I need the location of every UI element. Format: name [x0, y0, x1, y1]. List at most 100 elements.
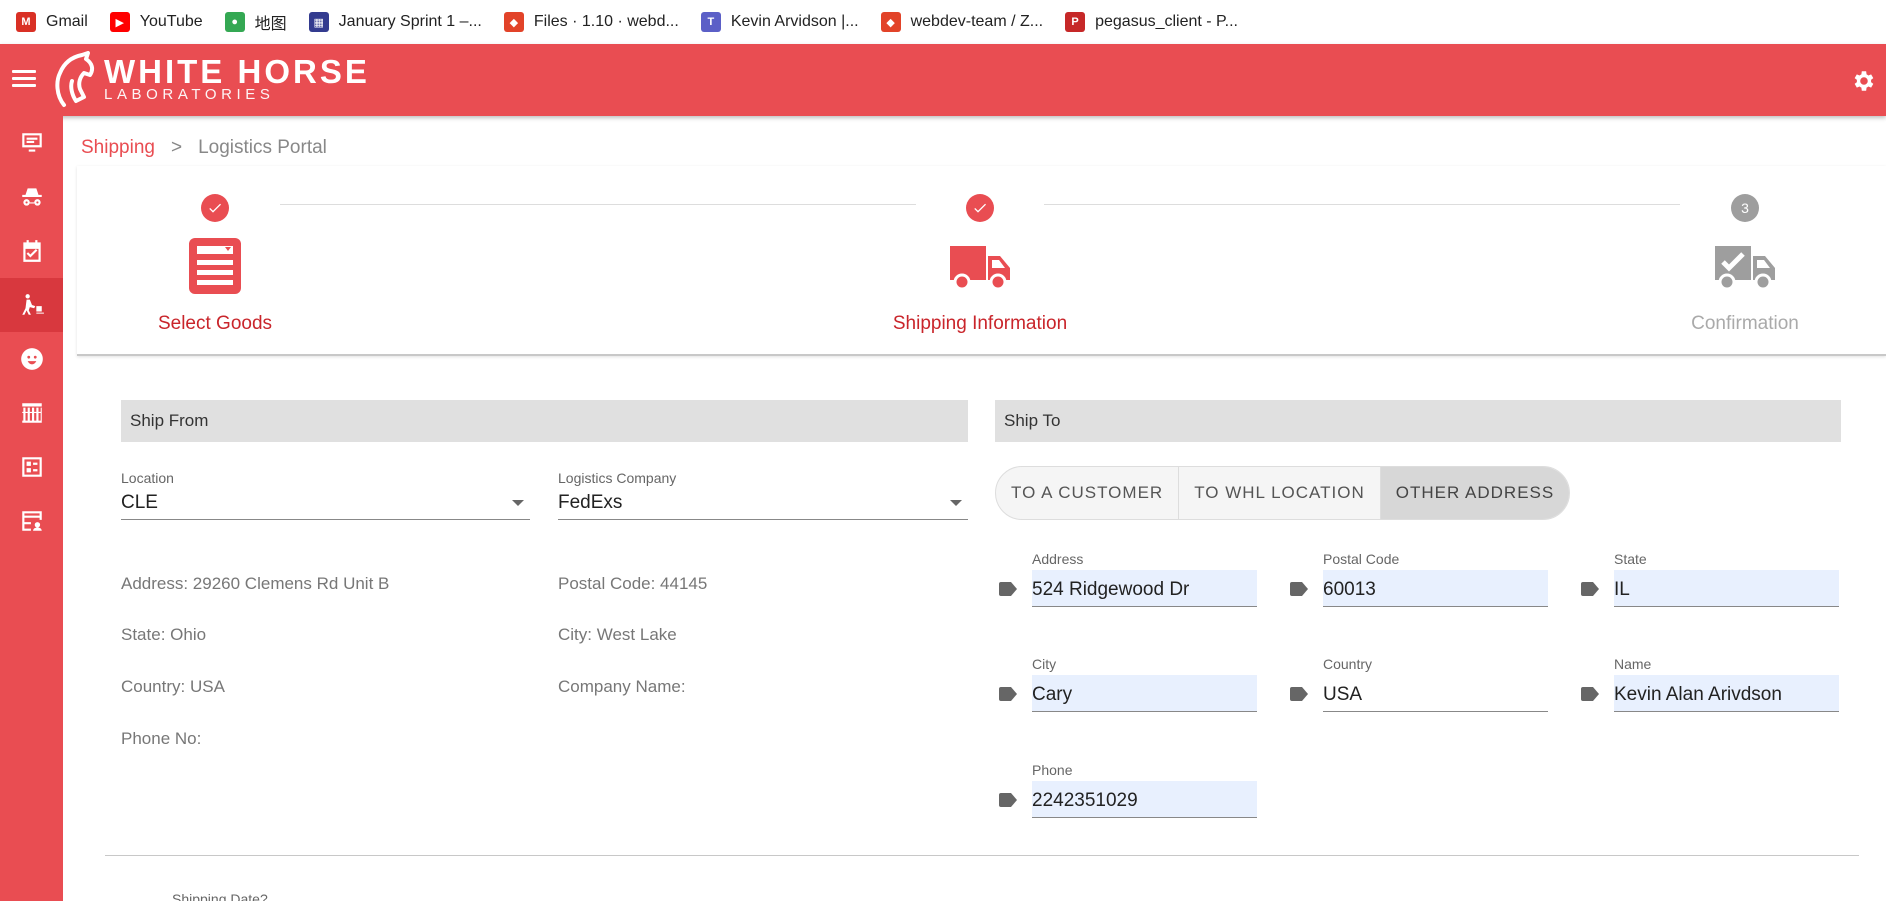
step-label: Shipping Information [892, 313, 1068, 334]
step-shipping-information[interactable]: Shipping Information [880, 166, 1080, 335]
bookmark-item[interactable]: T Kevin Arvidson |... [700, 12, 859, 32]
city-input[interactable] [1032, 675, 1257, 712]
label-tag-icon [999, 687, 1017, 701]
ship-from-address: Address: 29260 Clemens Rd Unit B [121, 574, 390, 593]
sidebar-item-incognito[interactable] [0, 170, 63, 224]
bookmarks-bar: M Gmail ▶ YouTube ● 地图 ▦ January Sprint 1 –... ◆… [0, 0, 1886, 44]
sidebar-item-shipping[interactable] [0, 278, 63, 332]
tab-to-a-customer[interactable]: TO A CUSTOMER [996, 467, 1180, 519]
phone-field: Phone [995, 762, 1257, 822]
bookmark-item[interactable]: ◆ webdev-team / Z... [880, 12, 1044, 32]
location-label: Location [121, 470, 174, 486]
sidebar-item-calendar[interactable] [0, 224, 63, 278]
bookmark-label: webdev-team / Z... [910, 13, 1044, 30]
bookmark-label: Files · 1.10 · webd... [533, 13, 679, 30]
step-label: Select Goods [157, 313, 273, 334]
country-label: Country [1323, 656, 1373, 672]
youtube-icon: ▶ [109, 12, 130, 32]
shipping-dolly-icon [21, 294, 44, 315]
postal-code-field: Postal Code [1286, 551, 1548, 611]
bookmark-item[interactable]: M Gmail [16, 12, 88, 32]
country-field: Country [1286, 656, 1548, 716]
breadcrumb: Shipping > Logistics Portal [81, 137, 327, 159]
state-label: State [1614, 551, 1647, 567]
gitlab-icon: ◆ [503, 12, 524, 32]
bookmark-item[interactable]: ▦ January Sprint 1 –... [308, 12, 482, 32]
truck-check-icon [1715, 246, 1775, 291]
bookmark-label: 地图 [254, 16, 287, 33]
brand-title: WHITE HORSE [104, 53, 370, 90]
calendar-check-icon [22, 240, 41, 262]
gitlab-icon: ◆ [880, 12, 901, 32]
breadcrumb-current: Logistics Portal [198, 137, 327, 158]
ship-from-postal-code: Postal Code: 44145 [558, 574, 708, 593]
address-label: Address [1032, 551, 1084, 567]
postal-code-label: Postal Code [1323, 551, 1400, 567]
chevron-down-icon [512, 500, 524, 506]
monitor-icon [21, 133, 42, 152]
bookmark-label: January Sprint 1 –... [338, 13, 482, 30]
tab-other-address[interactable]: OTHER ADDRESS [1380, 467, 1570, 519]
step-number-badge: 3 [1731, 194, 1759, 222]
sidebar-item-face[interactable] [0, 332, 63, 386]
tab-to-whl-location[interactable]: TO WHL LOCATION [1179, 467, 1381, 519]
checklist-icon [21, 457, 42, 477]
sidebar-item-dashboard[interactable] [0, 116, 63, 170]
bookmark-label: Gmail [46, 13, 88, 30]
phone-input[interactable] [1032, 781, 1257, 818]
brand-logo[interactable]: WHITE HORSE LABORATORIES [50, 50, 370, 110]
stepper-connector [280, 204, 916, 205]
ship-to-header: Ship To [995, 400, 1841, 442]
step-label: Confirmation [1691, 313, 1799, 334]
label-tag-icon [1581, 687, 1599, 701]
bookmark-item[interactable]: ▶ YouTube [109, 12, 203, 32]
table-account-icon [21, 511, 42, 531]
country-input[interactable] [1323, 675, 1548, 712]
address-input[interactable] [1032, 570, 1257, 607]
form-document-icon [189, 238, 241, 294]
check-icon [201, 194, 229, 222]
horse-logo-icon [55, 51, 95, 107]
bookmark-item[interactable]: Ppegasus_client - P... [1065, 12, 1238, 32]
label-tag-icon [1290, 582, 1308, 596]
name-field: Name [1577, 656, 1839, 716]
ship-from-city: City: West Lake [558, 625, 677, 644]
label-tag-icon [1581, 582, 1599, 596]
bookmark-label: YouTube [139, 13, 203, 30]
app-header: WHITE HORSE LABORATORIES [0, 44, 1886, 116]
state-field: State [1577, 551, 1839, 611]
sidebar-item-warehouse[interactable] [0, 386, 63, 440]
maps-pin-icon: ● [224, 12, 245, 32]
location-select[interactable]: CLE [121, 490, 530, 520]
step-select-goods[interactable]: Select Goods [115, 166, 315, 335]
name-label: Name [1614, 656, 1652, 672]
ship-from-country: Country: USA [121, 677, 225, 696]
sidebar-item-checklist[interactable] [0, 440, 63, 494]
ship-from-header: Ship From [121, 400, 968, 442]
sidebar-item-table-account[interactable] [0, 494, 63, 548]
label-tag-icon [999, 793, 1017, 807]
shipping-date-label: Shipping Date? [172, 891, 268, 901]
ship-from-phone: Phone No: [121, 729, 202, 748]
chevron-down-icon [950, 500, 962, 506]
breadcrumb-shipping-link[interactable]: Shipping [81, 137, 155, 159]
logistics-company-value: FedExs [558, 492, 623, 513]
bookmark-item[interactable]: ● 地图 [224, 10, 287, 34]
bookmark-item[interactable]: ◆ Files · 1.10 · webd... [503, 12, 679, 32]
logistics-company-select[interactable]: FedExs [558, 490, 968, 520]
face-icon [20, 348, 43, 370]
logistics-company-label: Logistics Company [558, 470, 677, 486]
sidebar [0, 116, 63, 901]
warehouse-icon [21, 403, 42, 423]
hamburger-menu-button[interactable] [12, 70, 36, 90]
pegasus-icon: P [1065, 12, 1086, 32]
postal-code-input[interactable] [1323, 570, 1548, 607]
location-value: CLE [121, 492, 158, 513]
stepper-connector [1044, 204, 1680, 205]
gear-icon[interactable] [1850, 68, 1876, 94]
incognito-icon [21, 188, 42, 206]
city-field: City [995, 656, 1257, 716]
step-confirmation[interactable]: 3 Confirmation [1645, 166, 1845, 335]
name-input[interactable] [1614, 675, 1839, 712]
state-input[interactable] [1614, 570, 1839, 607]
